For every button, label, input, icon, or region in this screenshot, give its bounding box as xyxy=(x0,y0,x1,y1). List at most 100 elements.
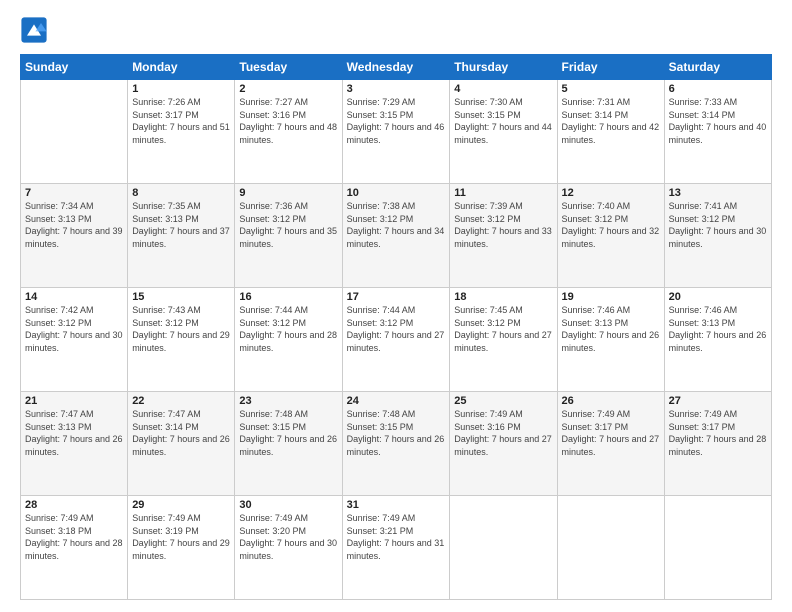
day-info: Sunrise: 7:26 AMSunset: 3:17 PMDaylight:… xyxy=(132,96,230,146)
calendar-cell xyxy=(557,496,664,600)
calendar-cell xyxy=(21,80,128,184)
day-number: 21 xyxy=(25,395,123,407)
day-info: Sunrise: 7:44 AMSunset: 3:12 PMDaylight:… xyxy=(347,304,446,354)
day-info: Sunrise: 7:36 AMSunset: 3:12 PMDaylight:… xyxy=(239,200,337,250)
calendar-cell: 5Sunrise: 7:31 AMSunset: 3:14 PMDaylight… xyxy=(557,80,664,184)
calendar-week-row: 1Sunrise: 7:26 AMSunset: 3:17 PMDaylight… xyxy=(21,80,772,184)
header xyxy=(20,16,772,44)
calendar-cell: 17Sunrise: 7:44 AMSunset: 3:12 PMDayligh… xyxy=(342,288,450,392)
day-info: Sunrise: 7:49 AMSunset: 3:16 PMDaylight:… xyxy=(454,408,552,458)
day-number: 14 xyxy=(25,291,123,303)
calendar-cell: 9Sunrise: 7:36 AMSunset: 3:12 PMDaylight… xyxy=(235,184,342,288)
day-info: Sunrise: 7:48 AMSunset: 3:15 PMDaylight:… xyxy=(347,408,446,458)
day-number: 13 xyxy=(669,187,767,199)
calendar-week-row: 7Sunrise: 7:34 AMSunset: 3:13 PMDaylight… xyxy=(21,184,772,288)
weekday-header-friday: Friday xyxy=(557,55,664,80)
calendar-cell: 24Sunrise: 7:48 AMSunset: 3:15 PMDayligh… xyxy=(342,392,450,496)
day-number: 23 xyxy=(239,395,337,407)
weekday-header-thursday: Thursday xyxy=(450,55,557,80)
calendar-cell: 18Sunrise: 7:45 AMSunset: 3:12 PMDayligh… xyxy=(450,288,557,392)
logo xyxy=(20,16,50,44)
day-number: 12 xyxy=(562,187,660,199)
weekday-header-tuesday: Tuesday xyxy=(235,55,342,80)
day-number: 18 xyxy=(454,291,552,303)
calendar-cell xyxy=(664,496,771,600)
weekday-header-saturday: Saturday xyxy=(664,55,771,80)
calendar-cell: 15Sunrise: 7:43 AMSunset: 3:12 PMDayligh… xyxy=(128,288,235,392)
day-number: 26 xyxy=(562,395,660,407)
day-number: 31 xyxy=(347,499,446,511)
day-number: 30 xyxy=(239,499,337,511)
day-number: 2 xyxy=(239,83,337,95)
calendar-cell: 14Sunrise: 7:42 AMSunset: 3:12 PMDayligh… xyxy=(21,288,128,392)
day-number: 7 xyxy=(25,187,123,199)
calendar-cell: 16Sunrise: 7:44 AMSunset: 3:12 PMDayligh… xyxy=(235,288,342,392)
day-number: 10 xyxy=(347,187,446,199)
calendar-cell: 21Sunrise: 7:47 AMSunset: 3:13 PMDayligh… xyxy=(21,392,128,496)
day-number: 1 xyxy=(132,83,230,95)
calendar-cell: 29Sunrise: 7:49 AMSunset: 3:19 PMDayligh… xyxy=(128,496,235,600)
calendar-cell: 22Sunrise: 7:47 AMSunset: 3:14 PMDayligh… xyxy=(128,392,235,496)
day-number: 6 xyxy=(669,83,767,95)
day-number: 5 xyxy=(562,83,660,95)
calendar-cell: 12Sunrise: 7:40 AMSunset: 3:12 PMDayligh… xyxy=(557,184,664,288)
day-info: Sunrise: 7:47 AMSunset: 3:13 PMDaylight:… xyxy=(25,408,123,458)
calendar-cell: 11Sunrise: 7:39 AMSunset: 3:12 PMDayligh… xyxy=(450,184,557,288)
day-number: 24 xyxy=(347,395,446,407)
calendar-cell: 20Sunrise: 7:46 AMSunset: 3:13 PMDayligh… xyxy=(664,288,771,392)
day-info: Sunrise: 7:41 AMSunset: 3:12 PMDaylight:… xyxy=(669,200,767,250)
weekday-header-row: SundayMondayTuesdayWednesdayThursdayFrid… xyxy=(21,55,772,80)
calendar-cell: 27Sunrise: 7:49 AMSunset: 3:17 PMDayligh… xyxy=(664,392,771,496)
day-info: Sunrise: 7:46 AMSunset: 3:13 PMDaylight:… xyxy=(669,304,767,354)
day-number: 15 xyxy=(132,291,230,303)
day-info: Sunrise: 7:43 AMSunset: 3:12 PMDaylight:… xyxy=(132,304,230,354)
day-number: 27 xyxy=(669,395,767,407)
day-info: Sunrise: 7:40 AMSunset: 3:12 PMDaylight:… xyxy=(562,200,660,250)
day-info: Sunrise: 7:27 AMSunset: 3:16 PMDaylight:… xyxy=(239,96,337,146)
day-number: 22 xyxy=(132,395,230,407)
day-info: Sunrise: 7:35 AMSunset: 3:13 PMDaylight:… xyxy=(132,200,230,250)
calendar-cell: 1Sunrise: 7:26 AMSunset: 3:17 PMDaylight… xyxy=(128,80,235,184)
day-info: Sunrise: 7:39 AMSunset: 3:12 PMDaylight:… xyxy=(454,200,552,250)
day-info: Sunrise: 7:31 AMSunset: 3:14 PMDaylight:… xyxy=(562,96,660,146)
calendar-cell: 26Sunrise: 7:49 AMSunset: 3:17 PMDayligh… xyxy=(557,392,664,496)
day-number: 4 xyxy=(454,83,552,95)
day-info: Sunrise: 7:49 AMSunset: 3:17 PMDaylight:… xyxy=(669,408,767,458)
calendar-cell: 2Sunrise: 7:27 AMSunset: 3:16 PMDaylight… xyxy=(235,80,342,184)
day-number: 29 xyxy=(132,499,230,511)
day-number: 8 xyxy=(132,187,230,199)
day-info: Sunrise: 7:44 AMSunset: 3:12 PMDaylight:… xyxy=(239,304,337,354)
day-number: 19 xyxy=(562,291,660,303)
day-info: Sunrise: 7:49 AMSunset: 3:19 PMDaylight:… xyxy=(132,512,230,562)
day-number: 9 xyxy=(239,187,337,199)
calendar-cell: 6Sunrise: 7:33 AMSunset: 3:14 PMDaylight… xyxy=(664,80,771,184)
day-number: 28 xyxy=(25,499,123,511)
day-info: Sunrise: 7:46 AMSunset: 3:13 PMDaylight:… xyxy=(562,304,660,354)
calendar-week-row: 28Sunrise: 7:49 AMSunset: 3:18 PMDayligh… xyxy=(21,496,772,600)
calendar-cell: 10Sunrise: 7:38 AMSunset: 3:12 PMDayligh… xyxy=(342,184,450,288)
calendar-cell: 31Sunrise: 7:49 AMSunset: 3:21 PMDayligh… xyxy=(342,496,450,600)
day-info: Sunrise: 7:38 AMSunset: 3:12 PMDaylight:… xyxy=(347,200,446,250)
calendar-cell: 3Sunrise: 7:29 AMSunset: 3:15 PMDaylight… xyxy=(342,80,450,184)
calendar-cell: 25Sunrise: 7:49 AMSunset: 3:16 PMDayligh… xyxy=(450,392,557,496)
logo-icon xyxy=(20,16,48,44)
calendar-cell: 28Sunrise: 7:49 AMSunset: 3:18 PMDayligh… xyxy=(21,496,128,600)
day-info: Sunrise: 7:29 AMSunset: 3:15 PMDaylight:… xyxy=(347,96,446,146)
calendar-week-row: 14Sunrise: 7:42 AMSunset: 3:12 PMDayligh… xyxy=(21,288,772,392)
weekday-header-wednesday: Wednesday xyxy=(342,55,450,80)
day-info: Sunrise: 7:49 AMSunset: 3:21 PMDaylight:… xyxy=(347,512,446,562)
day-info: Sunrise: 7:47 AMSunset: 3:14 PMDaylight:… xyxy=(132,408,230,458)
page: SundayMondayTuesdayWednesdayThursdayFrid… xyxy=(0,0,792,612)
calendar-cell: 7Sunrise: 7:34 AMSunset: 3:13 PMDaylight… xyxy=(21,184,128,288)
day-info: Sunrise: 7:30 AMSunset: 3:15 PMDaylight:… xyxy=(454,96,552,146)
day-info: Sunrise: 7:42 AMSunset: 3:12 PMDaylight:… xyxy=(25,304,123,354)
day-info: Sunrise: 7:34 AMSunset: 3:13 PMDaylight:… xyxy=(25,200,123,250)
calendar-table: SundayMondayTuesdayWednesdayThursdayFrid… xyxy=(20,54,772,600)
weekday-header-sunday: Sunday xyxy=(21,55,128,80)
day-info: Sunrise: 7:45 AMSunset: 3:12 PMDaylight:… xyxy=(454,304,552,354)
day-number: 20 xyxy=(669,291,767,303)
calendar-cell: 13Sunrise: 7:41 AMSunset: 3:12 PMDayligh… xyxy=(664,184,771,288)
calendar-cell xyxy=(450,496,557,600)
day-number: 16 xyxy=(239,291,337,303)
calendar-cell: 23Sunrise: 7:48 AMSunset: 3:15 PMDayligh… xyxy=(235,392,342,496)
